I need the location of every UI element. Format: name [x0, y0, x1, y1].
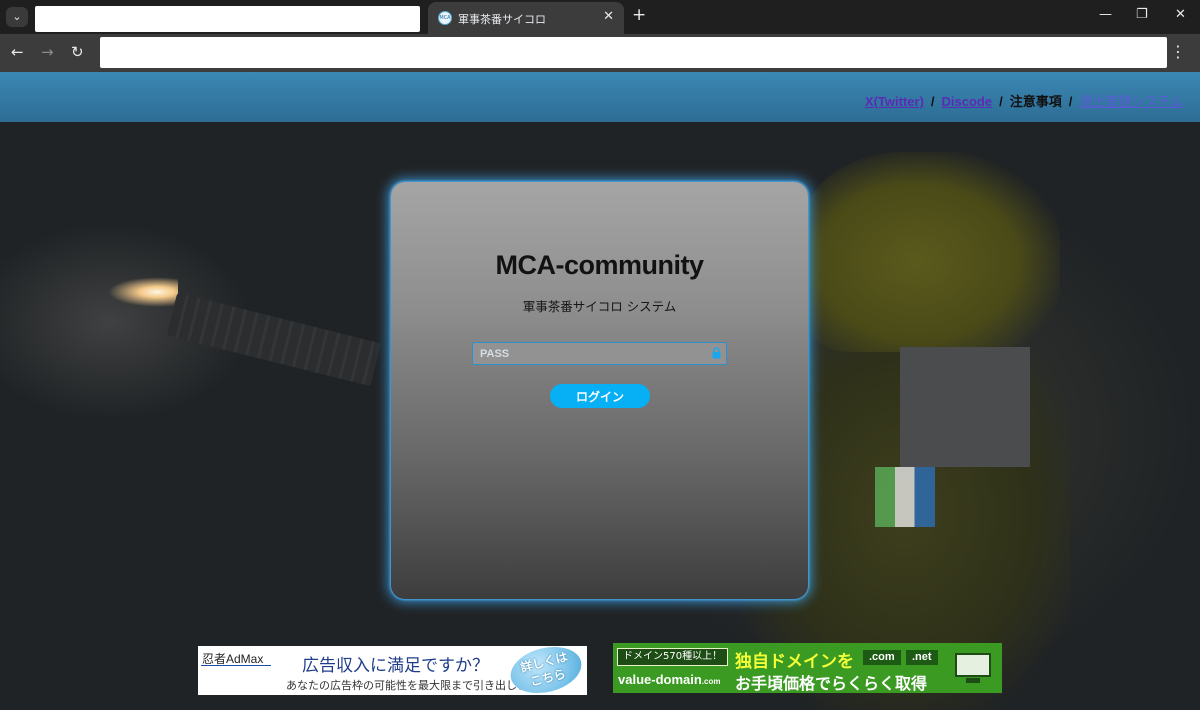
tab-title: 軍事茶番サイコロ	[458, 13, 546, 26]
admax-subtext: あなたの広告枠の可能性を最大限まで引き出します	[286, 679, 539, 692]
login-title: MCA-community	[495, 250, 705, 280]
new-tab-button[interactable]: +	[632, 5, 646, 25]
lock-icon	[712, 347, 721, 359]
browser-menu-icon[interactable]: ⋮	[1170, 42, 1186, 61]
login-card: MCA-community 軍事茶番サイコロ システム ログイン	[391, 182, 808, 599]
browser-tab-strip: ⌄ MCA 軍事茶番サイコロ ✕ + — ❐ ✕	[0, 0, 1200, 34]
nav-separator: /	[1068, 94, 1073, 109]
value-domain-brand-logo: value-domain.com	[618, 672, 720, 687]
browser-toolbar: ← → ↻ ⋮	[0, 34, 1200, 72]
back-arrow-icon[interactable]: ←	[11, 43, 24, 61]
admax-headline: 広告収入に満足ですか？	[302, 656, 489, 676]
value-domain-headline: 独自ドメインを	[735, 652, 854, 672]
site-favicon-icon: MCA	[438, 11, 452, 25]
nav-separator: /	[999, 94, 1003, 109]
admax-ad-banner[interactable]: 忍者AdMax 広告収入に満足ですか？ あなたの広告枠の可能性を最大限まで引き出…	[198, 646, 587, 695]
close-tab-icon[interactable]: ✕	[603, 9, 614, 24]
value-domain-brand-name: value-domain	[618, 672, 702, 687]
address-bar[interactable]	[100, 37, 1167, 68]
login-button[interactable]: ログイン	[550, 384, 650, 408]
password-field	[472, 342, 727, 365]
reload-icon[interactable]: ↻	[71, 43, 84, 61]
tab-search-button[interactable]: ⌄	[6, 7, 28, 27]
forward-arrow-icon[interactable]: →	[41, 43, 54, 61]
nav-link-discord[interactable]: Discode	[942, 94, 993, 109]
tld-badge-com: .com	[863, 650, 901, 665]
rifle-barrel-art	[166, 292, 382, 387]
soldier-helmet-art	[800, 152, 1060, 352]
nav-link-notice[interactable]: 注意事項	[1010, 94, 1062, 109]
monitor-stand-icon	[966, 678, 980, 683]
header-nav: X(Twitter) / Discode / 注意事項 / 領土管理システム	[865, 91, 1183, 110]
tld-badge-net: .net	[906, 650, 938, 665]
nav-link-territory-management[interactable]: 領土管理システム	[1079, 94, 1183, 109]
admax-brand-underline	[201, 665, 271, 666]
login-subtitle: 軍事茶番サイコロ システム	[522, 299, 677, 314]
value-domain-subtext: お手頃価格でらくらく取得	[735, 674, 928, 693]
muzzle-flash-art	[108, 277, 178, 307]
value-domain-tag: ドメイン570種以上！	[617, 648, 729, 666]
nav-link-twitter[interactable]: X(Twitter)	[865, 94, 924, 109]
site-header: X(Twitter) / Discode / 注意事項 / 領土管理システム	[0, 72, 1200, 122]
value-domain-ad-banner[interactable]: ドメイン570種以上！ value-domain.com 独自ドメインを お手頃…	[613, 643, 1002, 693]
close-window-icon[interactable]: ✕	[1175, 7, 1186, 22]
soldier-face-art	[900, 347, 1030, 467]
soldier-patch-art	[875, 467, 935, 527]
chevron-down-icon: ⌄	[12, 10, 22, 23]
active-tab[interactable]: MCA 軍事茶番サイコロ ✕	[428, 2, 624, 34]
minimize-icon[interactable]: —	[1099, 7, 1112, 22]
nav-separator: /	[930, 94, 935, 109]
restore-icon[interactable]: ❐	[1136, 7, 1148, 22]
inactive-tab[interactable]	[35, 6, 420, 32]
page-viewport: X(Twitter) / Discode / 注意事項 / 領土管理システム MCA-com…	[0, 72, 1200, 710]
admax-cta-bubble[interactable]: 詳しくは こちら	[505, 646, 587, 695]
monitor-icon	[955, 653, 991, 677]
value-domain-brand-suffix: .com	[701, 677, 721, 686]
password-input[interactable]	[473, 343, 693, 364]
